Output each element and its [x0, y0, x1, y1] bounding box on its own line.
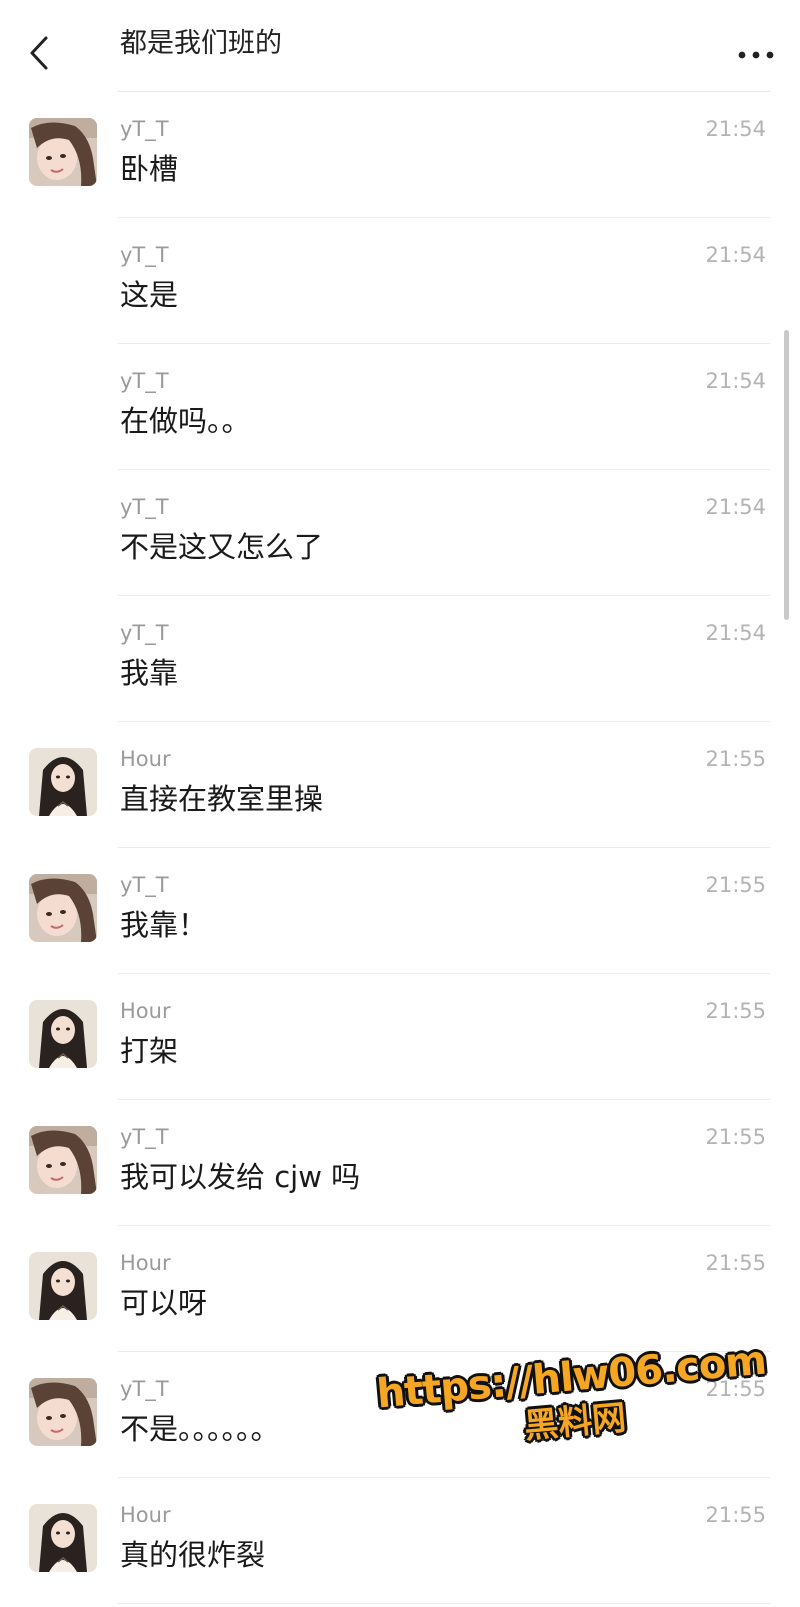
- more-options-button[interactable]: [734, 40, 778, 70]
- message-sender: yT_T: [120, 1125, 169, 1149]
- chat-title: 都是我们班的: [120, 28, 282, 59]
- message-time: 21:55: [705, 1377, 766, 1401]
- message-text: 不是。。。。。。: [120, 1412, 280, 1446]
- message-sender: Hour: [120, 999, 171, 1023]
- message-item[interactable]: Hour 21:55 可以呀: [0, 1226, 800, 1352]
- more-horizontal-icon: [738, 51, 774, 59]
- message-item[interactable]: yT_T 21:55 我可以发给 cjw 吗: [0, 1100, 800, 1226]
- message-time: 21:55: [705, 1251, 766, 1275]
- message-sender: yT_T: [120, 117, 169, 141]
- message-text: 直接在教室里操: [120, 782, 324, 816]
- chevron-left-icon: [30, 36, 48, 70]
- message-text: 我靠！: [120, 908, 208, 942]
- back-button[interactable]: [24, 30, 60, 76]
- message-time: 21:55: [705, 1503, 766, 1527]
- message-text: 在做吗。。: [120, 404, 251, 438]
- message-sender: yT_T: [120, 369, 169, 393]
- message-item[interactable]: yT_T 21:54 不是这又怎么了: [0, 470, 800, 596]
- avatar-hour[interactable]: [29, 748, 97, 816]
- message-time: 21:54: [705, 621, 766, 645]
- message-time: 21:54: [705, 117, 766, 141]
- message-sender: yT_T: [120, 621, 169, 645]
- message-text: 可以呀: [120, 1286, 208, 1320]
- message-item[interactable]: yT_T 21:54 在做吗。。: [0, 344, 800, 470]
- message-time: 21:55: [705, 873, 766, 897]
- avatar-yt[interactable]: [29, 874, 97, 942]
- message-text: 卧槽: [120, 152, 179, 186]
- message-item[interactable]: yT_T 21:54 卧槽: [0, 92, 800, 218]
- message-item[interactable]: Hour 21:55 直接在教室里操: [0, 722, 800, 848]
- message-text: 这是: [120, 278, 179, 312]
- scrollbar[interactable]: [784, 330, 789, 620]
- message-sender: Hour: [120, 747, 171, 771]
- message-divider: [118, 1603, 770, 1604]
- message-time: 21:54: [705, 495, 766, 519]
- message-sender: yT_T: [120, 243, 169, 267]
- message-text: 不是这又怎么了: [120, 530, 324, 564]
- message-time: 21:54: [705, 243, 766, 267]
- message-sender: yT_T: [120, 495, 169, 519]
- avatar-hour[interactable]: [29, 1504, 97, 1572]
- message-sender: Hour: [120, 1251, 171, 1275]
- message-text: 真的很炸裂: [120, 1538, 266, 1572]
- message-text: 我靠: [120, 656, 179, 690]
- avatar-hour[interactable]: [29, 1252, 97, 1320]
- avatar-yt[interactable]: [29, 1378, 97, 1446]
- message-text: 我可以发给 cjw 吗: [120, 1160, 361, 1194]
- avatar-yt[interactable]: [29, 1126, 97, 1194]
- chat-header: 都是我们班的: [0, 0, 800, 92]
- message-time: 21:55: [705, 999, 766, 1023]
- message-time: 21:54: [705, 369, 766, 393]
- message-list: yT_T 21:54 卧槽 yT_T 21:54 这是 yT_T 21:54 在做吗。。 yT_T…: [0, 92, 800, 1604]
- message-sender: Hour: [120, 1503, 171, 1527]
- avatar-yt[interactable]: [29, 118, 97, 186]
- message-item[interactable]: yT_T 21:55 不是。。。。。。: [0, 1352, 800, 1478]
- message-item[interactable]: Hour 21:55 真的很炸裂: [0, 1478, 800, 1604]
- message-text: 打架: [120, 1034, 179, 1068]
- message-item[interactable]: yT_T 21:54 我靠: [0, 596, 800, 722]
- message-sender: yT_T: [120, 873, 169, 897]
- message-sender: yT_T: [120, 1377, 169, 1401]
- message-item[interactable]: Hour 21:55 打架: [0, 974, 800, 1100]
- message-item[interactable]: yT_T 21:55 我靠！: [0, 848, 800, 974]
- message-time: 21:55: [705, 747, 766, 771]
- message-item[interactable]: yT_T 21:54 这是: [0, 218, 800, 344]
- avatar-hour[interactable]: [29, 1000, 97, 1068]
- message-time: 21:55: [705, 1125, 766, 1149]
